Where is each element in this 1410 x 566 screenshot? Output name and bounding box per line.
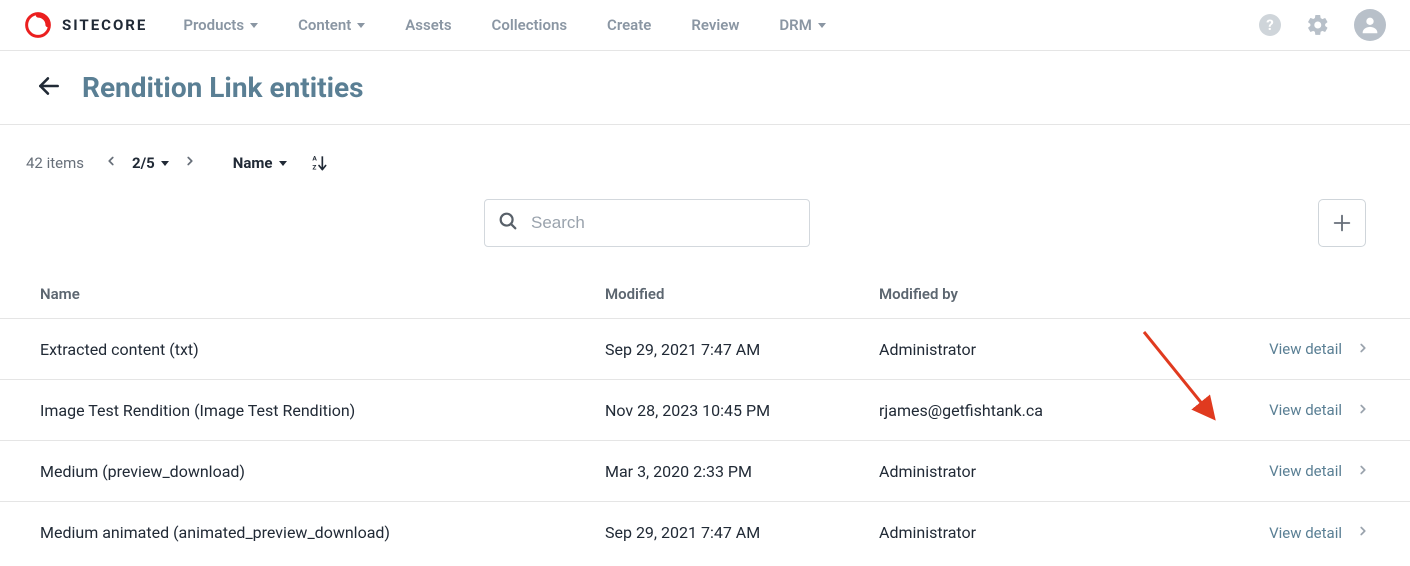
brand-name: SITECORE (62, 16, 147, 34)
col-header-modified: Modified (605, 285, 879, 303)
cell-modified-by: Administrator (879, 340, 1220, 359)
cell-modified: Nov 28, 2023 10:45 PM (605, 401, 879, 420)
svg-text:A: A (312, 155, 317, 163)
nav-right: ? (1258, 9, 1386, 41)
cell-name: Medium animated (animated_preview_downlo… (40, 523, 605, 542)
chevron-down-icon (357, 23, 365, 28)
entity-table: Name Modified Modified by Extracted cont… (0, 269, 1410, 563)
search-input[interactable] (531, 213, 797, 233)
nav-review[interactable]: Review (691, 16, 739, 34)
sort-direction-icon[interactable]: A Z (309, 153, 329, 173)
top-nav: SITECORE Products Content Assets Collect… (0, 0, 1410, 51)
back-arrow-icon[interactable] (36, 73, 62, 103)
search-box[interactable] (484, 199, 810, 247)
nav-label: Assets (405, 16, 451, 34)
add-button[interactable] (1318, 199, 1366, 247)
cell-name: Image Test Rendition (Image Test Renditi… (40, 401, 605, 420)
cell-name: Extracted content (txt) (40, 340, 605, 359)
nav-drm[interactable]: DRM (779, 16, 825, 34)
item-count: 42 items (26, 154, 84, 172)
nav-label: DRM (779, 16, 811, 34)
cell-modified: Mar 3, 2020 2:33 PM (605, 462, 879, 481)
search-icon (497, 210, 519, 236)
user-avatar-icon[interactable] (1354, 9, 1386, 41)
cell-name: Medium (preview_download) (40, 462, 605, 481)
sort-label: Name (233, 154, 273, 172)
nav-products[interactable]: Products (183, 16, 258, 34)
brand-logo[interactable]: SITECORE (24, 11, 147, 39)
table-header: Name Modified Modified by (0, 269, 1410, 319)
nav-label: Content (298, 16, 351, 34)
nav-assets[interactable]: Assets (405, 16, 451, 34)
table-row[interactable]: Medium (preview_download) Mar 3, 2020 2:… (0, 441, 1410, 502)
table-row[interactable]: Image Test Rendition (Image Test Renditi… (0, 380, 1410, 441)
page-number: 2/5 (132, 154, 155, 172)
chevron-down-icon (818, 23, 826, 28)
nav-label: Review (691, 16, 739, 34)
chevron-down-icon (279, 161, 287, 166)
nav-label: Collections (492, 16, 568, 34)
table-row[interactable]: Extracted content (txt) Sep 29, 2021 7:4… (0, 319, 1410, 380)
cell-modified-by: rjames@getfishtank.ca (879, 401, 1220, 420)
chevron-right-icon[interactable] (1356, 523, 1370, 542)
table-row[interactable]: Medium animated (animated_preview_downlo… (0, 502, 1410, 563)
pager: 2/5 (104, 154, 197, 172)
view-detail-link[interactable]: View detail (1269, 462, 1342, 480)
svg-text:Z: Z (312, 164, 316, 172)
nav-collections[interactable]: Collections (492, 16, 568, 34)
cell-modified: Sep 29, 2021 7:47 AM (605, 523, 879, 542)
chevron-right-icon[interactable] (1356, 340, 1370, 359)
col-header-modified-by: Modified by (879, 285, 1220, 303)
chevron-down-icon (161, 161, 169, 166)
view-detail-link[interactable]: View detail (1269, 401, 1342, 419)
chevron-right-icon[interactable] (1356, 401, 1370, 420)
list-toolbar: 42 items 2/5 Name A Z (0, 125, 1410, 173)
pager-indicator[interactable]: 2/5 (132, 154, 169, 172)
pager-next-icon[interactable] (183, 154, 197, 172)
pager-prev-icon[interactable] (104, 154, 118, 172)
view-detail-link[interactable]: View detail (1269, 524, 1342, 542)
cell-modified-by: Administrator (879, 462, 1220, 481)
sitecore-logo-icon (24, 11, 52, 39)
nav-label: Create (607, 16, 651, 34)
view-detail-link[interactable]: View detail (1269, 340, 1342, 358)
page-header: Rendition Link entities (0, 51, 1410, 125)
page-title: Rendition Link entities (82, 71, 364, 104)
nav-create[interactable]: Create (607, 16, 651, 34)
col-header-name: Name (40, 285, 605, 303)
cell-modified: Sep 29, 2021 7:47 AM (605, 340, 879, 359)
chevron-right-icon[interactable] (1356, 462, 1370, 481)
chevron-down-icon (250, 23, 258, 28)
cell-modified-by: Administrator (879, 523, 1220, 542)
gear-icon[interactable] (1306, 13, 1330, 37)
svg-text:?: ? (1266, 16, 1273, 34)
help-icon[interactable]: ? (1258, 13, 1282, 37)
nav-label: Products (183, 16, 244, 34)
nav-content[interactable]: Content (298, 16, 365, 34)
sort-field[interactable]: Name (233, 154, 287, 172)
nav-items: Products Content Assets Collections Crea… (183, 16, 1258, 34)
search-row (0, 173, 1410, 247)
